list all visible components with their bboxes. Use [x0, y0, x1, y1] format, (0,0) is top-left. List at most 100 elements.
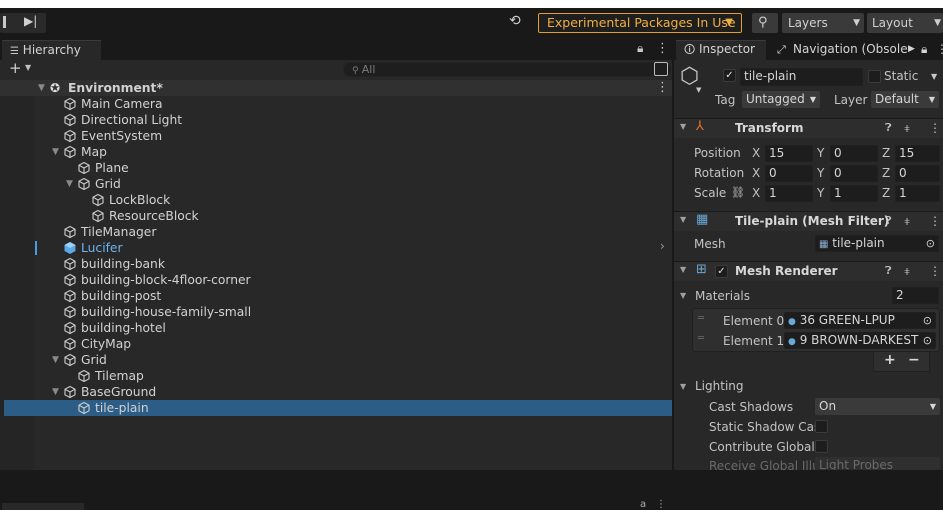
hierarchy-item[interactable]: building-bank	[0, 256, 672, 272]
foldout-arrow-icon[interactable]: ▼	[680, 265, 686, 274]
chevron-down-icon[interactable]: ▼	[25, 63, 31, 72]
chevron-right-icon[interactable]: ›	[660, 239, 665, 253]
hierarchy-item[interactable]: ▼ BaseGround	[0, 384, 672, 400]
experimental-packages-dropdown[interactable]: Experimental Packages In Use ▼	[538, 13, 742, 33]
drag-handle-icon[interactable]: ═	[698, 333, 704, 344]
scale-y-field[interactable]: 1	[830, 185, 878, 202]
mesh-filter-header[interactable]: ▼ ▦ Tile-plain (Mesh Filter) ❓︎ ⧧ ⋮	[674, 211, 943, 231]
settings-sliders-icon[interactable]: ⧧	[904, 264, 910, 279]
scene-more-icon[interactable]: ⋮	[656, 80, 669, 96]
help-icon[interactable]: ❓︎	[885, 121, 892, 135]
scale-y-axis-label[interactable]: Y	[817, 186, 824, 200]
drag-handle-icon[interactable]: ═	[698, 313, 704, 324]
scale-x-field[interactable]: 1	[765, 185, 813, 202]
scale-z-field[interactable]: 1	[895, 185, 940, 202]
foldout-arrow-icon[interactable]: ▼	[680, 122, 686, 131]
hierarchy-search-input[interactable]: ⚲ All	[343, 62, 671, 77]
hierarchy-item[interactable]: Plane	[0, 160, 672, 176]
pause-icon[interactable]	[3, 16, 6, 28]
inspector-lock-icon[interactable]: 🔒︎	[921, 40, 927, 60]
layer-dropdown[interactable]: Default ▼	[871, 91, 939, 108]
add-element-button[interactable]: +	[884, 352, 896, 368]
hierarchy-item[interactable]: ▼ Grid	[0, 352, 672, 368]
rotation-x-field[interactable]: 0	[765, 165, 813, 182]
layers-dropdown[interactable]: Layers ▼	[782, 13, 864, 33]
object-name-field[interactable]: tile-plain	[740, 68, 863, 86]
rotation-x-axis-label[interactable]: X	[752, 166, 760, 180]
hierarchy-item[interactable]: Main Camera	[0, 96, 672, 112]
hierarchy-item[interactable]: building-post	[0, 288, 672, 304]
hierarchy-item[interactable]: ▼ Map	[0, 144, 672, 160]
expand-arrow-icon[interactable]: ▼	[52, 144, 62, 160]
tab-navigation-label[interactable]: Navigation (Obsolet	[793, 40, 907, 60]
scale-x-axis-label[interactable]: X	[752, 186, 760, 200]
materials-count-field[interactable]: 2	[892, 287, 939, 304]
foldout-arrow-icon[interactable]: ▼	[680, 291, 686, 300]
rotation-z-field[interactable]: 0	[895, 165, 940, 182]
chevron-down-icon[interactable]: ▼	[696, 86, 701, 94]
hierarchy-item[interactable]: Tilemap	[0, 368, 672, 384]
remove-element-button[interactable]: −	[908, 352, 920, 368]
scene-row[interactable]: ▼ ✪ Environment* ⋮	[0, 80, 672, 96]
cast-shadows-dropdown[interactable]: On ▼	[815, 398, 940, 415]
foldout-arrow-icon[interactable]: ▼	[680, 382, 686, 391]
hierarchy-item[interactable]: ▼ Grid	[0, 176, 672, 192]
constrain-proportions-icon[interactable]: ⛓	[731, 186, 745, 199]
tag-dropdown[interactable]: Untagged ▼	[742, 91, 820, 108]
inspector-more-icon[interactable]: ⋮	[936, 40, 943, 60]
layout-dropdown[interactable]: Layout ▼	[867, 13, 943, 33]
foldout-arrow-icon[interactable]: ▼	[680, 215, 686, 224]
tab-project[interactable]	[2, 503, 84, 510]
hierarchy-item[interactable]: ResourceBlock	[0, 208, 672, 224]
element0-field[interactable]: ● 36 GREEN-LPUP ⊙	[784, 312, 936, 329]
hierarchy-item[interactable]: LockBlock	[0, 192, 672, 208]
history-icon[interactable]: ⟲	[509, 13, 527, 31]
object-picker-icon[interactable]: ⊙	[926, 236, 935, 251]
scale-z-axis-label[interactable]: Z	[882, 186, 890, 200]
mesh-object-field[interactable]: ▦ tile-plain ⊙	[815, 235, 939, 252]
active-checkbox[interactable]: ✓	[723, 69, 736, 82]
component-more-icon[interactable]: ⋮	[929, 121, 941, 135]
component-more-icon[interactable]: ⋮	[929, 214, 941, 228]
chevron-down-icon[interactable]: ▼	[931, 72, 937, 81]
transform-header[interactable]: ▼ ⅄ Transform ❓︎ ⧧ ⋮	[674, 118, 943, 138]
search-filter-icon[interactable]	[654, 62, 668, 76]
object-picker-icon[interactable]: ⊙	[923, 313, 932, 328]
tab-hierarchy[interactable]: ☰ Hierarchy	[2, 40, 101, 60]
object-picker-icon[interactable]: ⊙	[922, 333, 932, 348]
position-x-axis-label[interactable]: X	[752, 146, 760, 160]
component-more-icon[interactable]: ⋮	[929, 264, 941, 278]
static-checkbox[interactable]	[868, 70, 881, 83]
mesh-renderer-header[interactable]: ▼ ⊞ ✓ Mesh Renderer ❓︎ ⧧ ⋮	[674, 261, 943, 281]
hierarchy-item[interactable]: building-block-4floor-corner	[0, 272, 672, 288]
settings-sliders-icon[interactable]: ⧧	[904, 121, 910, 136]
expand-arrow-icon[interactable]: ▼	[66, 176, 76, 192]
expand-arrow-icon[interactable]: ▼	[52, 384, 62, 400]
tab-inspector-label[interactable]: Inspector	[699, 40, 755, 60]
hierarchy-item[interactable]: building-hotel	[0, 320, 672, 336]
expand-arrow-icon[interactable]: ▼	[52, 352, 62, 368]
hierarchy-item[interactable]: tile-plain	[4, 400, 672, 416]
lock-icon[interactable]: 🔒︎	[637, 41, 643, 56]
position-z-axis-label[interactable]: Z	[882, 146, 890, 160]
position-x-field[interactable]: 15	[765, 145, 813, 162]
help-icon[interactable]: ❓︎	[885, 214, 892, 228]
position-y-field[interactable]: 0	[830, 145, 878, 162]
contribute-gi-checkbox[interactable]	[815, 440, 828, 453]
project-lock-icon[interactable]: a	[640, 499, 646, 510]
settings-sliders-icon[interactable]: ⧧	[904, 214, 910, 229]
expand-arrow-icon[interactable]: ▼	[38, 80, 48, 96]
add-icon[interactable]: +	[9, 59, 22, 77]
hierarchy-item[interactable]: EventSystem	[0, 128, 672, 144]
hierarchy-item[interactable]: Directional Light	[0, 112, 672, 128]
help-icon[interactable]: ❓︎	[885, 264, 892, 278]
search-button[interactable]: ⚲	[752, 13, 778, 33]
static-shadow-caster-checkbox[interactable]	[815, 420, 828, 433]
hierarchy-item[interactable]: TileManager	[0, 224, 672, 240]
rotation-y-axis-label[interactable]: Y	[817, 166, 824, 180]
hierarchy-item[interactable]: building-house-family-small	[0, 304, 672, 320]
tab-overflow-icon[interactable]: ▶	[908, 40, 915, 60]
step-icon[interactable]: ▶|	[24, 14, 37, 28]
hierarchy-item[interactable]: Lucifer	[0, 240, 672, 256]
hierarchy-item[interactable]: CityMap	[0, 336, 672, 352]
